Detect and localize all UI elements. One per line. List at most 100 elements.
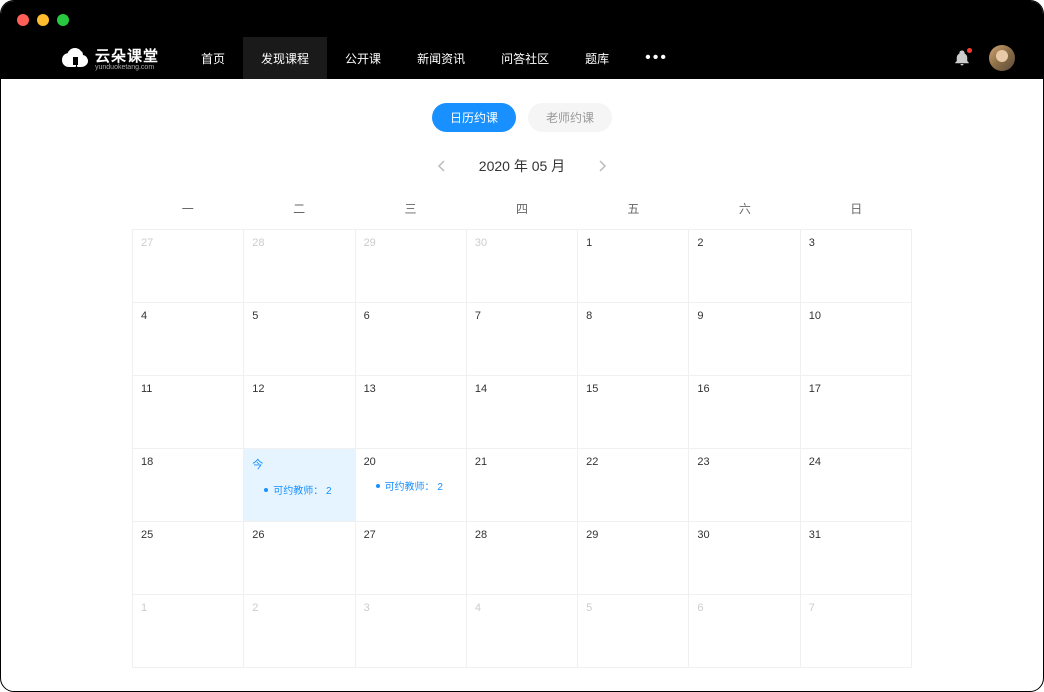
available-teachers-badge[interactable]: 可约教师： 2 [252, 482, 346, 497]
calendar-date: 7 [809, 602, 903, 614]
calendar-cell[interactable]: 6 [689, 595, 800, 668]
calendar-cell[interactable]: 1 [133, 595, 244, 668]
prev-month-button[interactable] [431, 156, 451, 176]
calendar-cell[interactable]: 3 [356, 595, 467, 668]
notification-dot [967, 48, 972, 53]
calendar-date: 6 [697, 602, 791, 614]
calendar-cell[interactable]: 28 [244, 230, 355, 303]
calendar-cell[interactable]: 29 [356, 230, 467, 303]
calendar-cell[interactable]: 30 [467, 230, 578, 303]
next-month-button[interactable] [593, 156, 613, 176]
calendar: 一 二 三 四 五 六 日 27282930123456789101112131… [132, 194, 912, 668]
calendar-cell[interactable]: 28 [467, 522, 578, 595]
calendar-date: 28 [475, 529, 569, 541]
calendar-cell[interactable]: 27 [356, 522, 467, 595]
nav-public-courses[interactable]: 公开课 [327, 37, 399, 79]
weekday-thu: 四 [466, 194, 577, 223]
calendar-date: 31 [809, 529, 903, 541]
nav-discover-courses[interactable]: 发现课程 [243, 37, 327, 79]
calendar-cell[interactable]: 今可约教师： 2 [244, 449, 355, 522]
nav-question-bank[interactable]: 题库 [567, 37, 627, 79]
calendar-cell[interactable]: 18 [133, 449, 244, 522]
calendar-cell[interactable]: 30 [689, 522, 800, 595]
calendar-cell[interactable]: 21 [467, 449, 578, 522]
calendar-date: 17 [809, 383, 903, 395]
calendar-cell[interactable]: 2 [244, 595, 355, 668]
calendar-date: 22 [586, 456, 680, 468]
calendar-date: 21 [475, 456, 569, 468]
calendar-date: 3 [364, 602, 458, 614]
window-minimize[interactable] [37, 14, 49, 26]
window-maximize[interactable] [57, 14, 69, 26]
nav-qa-community[interactable]: 问答社区 [483, 37, 567, 79]
calendar-cell[interactable]: 24 [801, 449, 912, 522]
chevron-left-icon [437, 160, 445, 172]
nav-home[interactable]: 首页 [183, 37, 243, 79]
calendar-cell[interactable]: 14 [467, 376, 578, 449]
user-avatar[interactable] [989, 45, 1015, 71]
month-navigator: 2020 年 05 月 [41, 156, 1003, 176]
calendar-cell[interactable]: 7 [801, 595, 912, 668]
calendar-cell[interactable]: 26 [244, 522, 355, 595]
calendar-date: 8 [586, 310, 680, 322]
tab-teacher-booking[interactable]: 老师约课 [528, 103, 612, 132]
calendar-date: 9 [697, 310, 791, 322]
calendar-date: 27 [364, 529, 458, 541]
main-content: 日历约课 老师约课 2020 年 05 月 一 二 三 四 五 六 日 2728… [1, 79, 1043, 668]
calendar-date: 14 [475, 383, 569, 395]
calendar-date: 29 [364, 237, 458, 249]
calendar-date: 11 [141, 383, 235, 395]
notifications-button[interactable] [953, 49, 971, 67]
weekday-mon: 一 [132, 194, 243, 223]
calendar-date: 15 [586, 383, 680, 395]
calendar-cell[interactable]: 23 [689, 449, 800, 522]
nav-news[interactable]: 新闻资讯 [399, 37, 483, 79]
calendar-cell[interactable]: 25 [133, 522, 244, 595]
weekday-fri: 五 [578, 194, 689, 223]
nav-more[interactable]: ••• [627, 49, 686, 67]
calendar-cell[interactable]: 20可约教师： 2 [356, 449, 467, 522]
calendar-date: 1 [586, 237, 680, 249]
calendar-date: 1 [141, 602, 235, 614]
calendar-cell[interactable]: 6 [356, 303, 467, 376]
calendar-cell[interactable]: 17 [801, 376, 912, 449]
tab-calendar-booking[interactable]: 日历约课 [432, 103, 516, 132]
logo-sub-text: yunduoketang.com [95, 64, 159, 71]
calendar-cell[interactable]: 9 [689, 303, 800, 376]
calendar-cell[interactable]: 12 [244, 376, 355, 449]
calendar-cell[interactable]: 11 [133, 376, 244, 449]
calendar-cell[interactable]: 13 [356, 376, 467, 449]
calendar-cell[interactable]: 5 [578, 595, 689, 668]
calendar-cell[interactable]: 22 [578, 449, 689, 522]
calendar-cell[interactable]: 3 [801, 230, 912, 303]
nav-items: 首页 发现课程 公开课 新闻资讯 问答社区 题库 ••• [183, 37, 686, 79]
window-close[interactable] [17, 14, 29, 26]
calendar-cell[interactable]: 10 [801, 303, 912, 376]
calendar-cell[interactable]: 7 [467, 303, 578, 376]
calendar-cell[interactable]: 1 [578, 230, 689, 303]
calendar-cell[interactable]: 15 [578, 376, 689, 449]
calendar-cell[interactable]: 4 [467, 595, 578, 668]
calendar-date: 12 [252, 383, 346, 395]
calendar-date: 10 [809, 310, 903, 322]
calendar-cell[interactable]: 29 [578, 522, 689, 595]
calendar-date: 16 [697, 383, 791, 395]
calendar-date: 7 [475, 310, 569, 322]
calendar-cell[interactable]: 4 [133, 303, 244, 376]
calendar-cell[interactable]: 31 [801, 522, 912, 595]
calendar-date: 4 [475, 602, 569, 614]
booking-tabs: 日历约课 老师约课 [41, 103, 1003, 132]
calendar-cell[interactable]: 27 [133, 230, 244, 303]
logo-main-text: 云朵课堂 [95, 45, 159, 66]
calendar-cell[interactable]: 16 [689, 376, 800, 449]
calendar-date: 26 [252, 529, 346, 541]
calendar-date: 2 [252, 602, 346, 614]
logo[interactable]: 云朵课堂 yunduoketang.com [61, 45, 159, 71]
calendar-date: 3 [809, 237, 903, 249]
calendar-date: 25 [141, 529, 235, 541]
calendar-date: 今 [252, 456, 346, 472]
calendar-cell[interactable]: 2 [689, 230, 800, 303]
calendar-cell[interactable]: 8 [578, 303, 689, 376]
calendar-cell[interactable]: 5 [244, 303, 355, 376]
available-teachers-badge[interactable]: 可约教师： 2 [364, 478, 458, 493]
